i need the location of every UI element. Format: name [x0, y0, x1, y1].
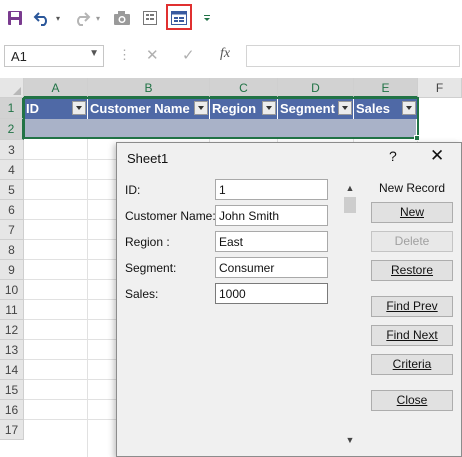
column-header-f[interactable]: F: [418, 78, 462, 98]
column-header-c[interactable]: C: [210, 78, 278, 98]
segment-field[interactable]: [215, 257, 328, 278]
help-icon[interactable]: ?: [389, 148, 397, 164]
redo-icon[interactable]: [72, 6, 92, 30]
id-field[interactable]: [215, 179, 328, 200]
row-header-7[interactable]: 7: [0, 220, 24, 240]
quick-access-toolbar: ▾ ▾: [0, 0, 462, 36]
field-label-region: Region :: [125, 235, 170, 249]
select-all-icon: [13, 87, 21, 95]
find-prev-button[interactable]: Find Prev: [371, 296, 453, 317]
row-header-10[interactable]: 10: [0, 280, 24, 300]
delete-button[interactable]: Delete: [371, 231, 453, 252]
field-label-id: ID:: [125, 183, 141, 197]
selection-border: [23, 97, 419, 139]
row-header-16[interactable]: 16: [0, 400, 24, 420]
name-box[interactable]: A1 ▼: [4, 45, 104, 67]
form-icon[interactable]: [140, 6, 160, 30]
row-header-11[interactable]: 11: [0, 300, 24, 320]
name-box-value: A1: [11, 49, 27, 64]
row-header-1[interactable]: 1: [0, 98, 24, 119]
row-header-3[interactable]: 3: [0, 140, 24, 160]
row-header-8[interactable]: 8: [0, 240, 24, 260]
customize-icon[interactable]: [200, 6, 214, 30]
name-box-dropdown-icon[interactable]: ▼: [89, 48, 99, 59]
data-form-icon[interactable]: [169, 6, 189, 30]
undo-dropdown-icon[interactable]: ▾: [52, 6, 64, 30]
row-header-13[interactable]: 13: [0, 340, 24, 360]
region-field[interactable]: [215, 231, 328, 252]
field-label-customer-name: Customer Name:: [125, 209, 216, 223]
column-header-b[interactable]: B: [88, 78, 210, 98]
customer-name-field[interactable]: [215, 205, 328, 226]
camera-icon[interactable]: [112, 6, 132, 30]
row-header-9[interactable]: 9: [0, 260, 24, 280]
formula-input[interactable]: [246, 45, 460, 67]
close-button[interactable]: Close: [371, 390, 453, 411]
scroll-thumb[interactable]: [344, 197, 356, 213]
data-form-dialog: Sheet1 ? ✕ ID: Customer Name: Region : S…: [116, 142, 462, 457]
row-header-6[interactable]: 6: [0, 200, 24, 220]
dialog-title: Sheet1: [127, 151, 169, 166]
row-header-15[interactable]: 15: [0, 380, 24, 400]
formula-bar: A1 ▼ ⋮ ✕ ✓ fx: [0, 42, 462, 70]
row-header-14[interactable]: 14: [0, 360, 24, 380]
field-label-segment: Segment:: [125, 261, 177, 275]
undo-icon[interactable]: [32, 6, 52, 30]
column-header-d[interactable]: D: [278, 78, 354, 98]
row-header-12[interactable]: 12: [0, 320, 24, 340]
criteria-button[interactable]: Criteria: [371, 354, 453, 375]
redo-dropdown-icon[interactable]: ▾: [92, 6, 104, 30]
insert-function-icon[interactable]: fx: [220, 46, 230, 62]
column-header-e[interactable]: E: [354, 78, 418, 98]
close-icon[interactable]: ✕: [430, 146, 444, 166]
row-header-5[interactable]: 5: [0, 180, 24, 200]
row-header-2[interactable]: 2: [0, 119, 24, 140]
record-indicator: New Record: [378, 181, 446, 195]
save-icon[interactable]: [4, 6, 26, 30]
row-header-17[interactable]: 17: [0, 420, 24, 440]
gridline: [87, 98, 88, 457]
formula-bar-grip-icon: ⋮: [118, 47, 131, 62]
field-label-sales: Sales:: [125, 287, 159, 301]
select-all-corner[interactable]: [0, 78, 24, 98]
cancel-icon[interactable]: ✕: [146, 46, 159, 64]
row-header-4[interactable]: 4: [0, 160, 24, 180]
enter-icon[interactable]: ✓: [182, 46, 195, 64]
scroll-up-icon[interactable]: ▲: [343, 183, 357, 195]
restore-button[interactable]: Restore: [371, 260, 453, 281]
new-button[interactable]: New: [371, 202, 453, 223]
scroll-down-icon[interactable]: ▼: [343, 435, 357, 447]
column-header-a[interactable]: A: [24, 78, 88, 98]
record-scrollbar[interactable]: ▲ ▼: [343, 183, 357, 451]
sales-field[interactable]: [215, 283, 328, 304]
find-next-button[interactable]: Find Next: [371, 325, 453, 346]
fill-handle[interactable]: [414, 135, 420, 141]
